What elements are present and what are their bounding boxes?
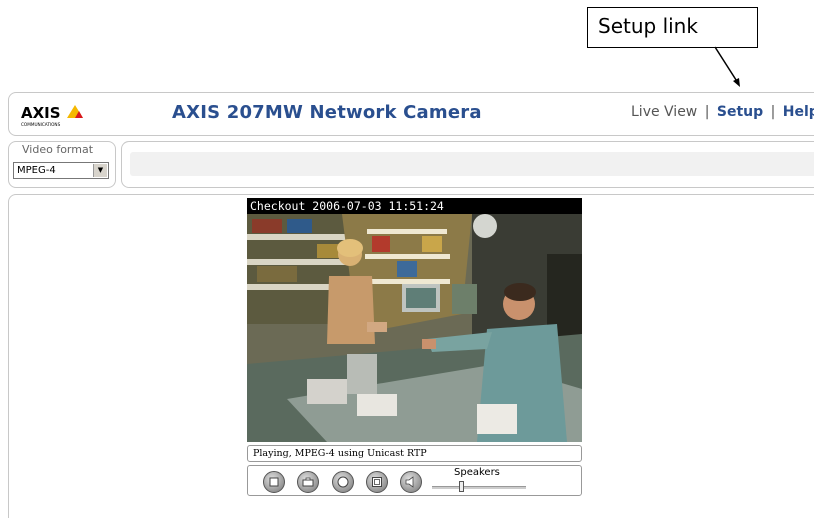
- stop-button[interactable]: [263, 471, 285, 493]
- fullscreen-button[interactable]: [366, 471, 388, 493]
- header-bar: AXIS COMMUNICATIONS AXIS 207MW Network C…: [8, 92, 814, 136]
- stop-icon: [269, 477, 279, 487]
- nav-separator: |: [704, 104, 710, 120]
- camera-icon: [302, 477, 314, 487]
- top-nav: Live View | Setup | Help: [631, 104, 814, 120]
- toolbar-strip: [130, 152, 814, 176]
- axis-logo: AXIS COMMUNICATIONS: [21, 104, 83, 127]
- speakers-label: Speakers: [454, 467, 500, 478]
- video-format-value: MPEG-4: [17, 165, 56, 176]
- speaker-icon: [405, 476, 414, 488]
- live-view-link[interactable]: Live View: [631, 104, 697, 120]
- volume-slider-track[interactable]: [432, 486, 526, 489]
- snapshot-button[interactable]: [297, 471, 319, 493]
- chevron-down-icon[interactable]: ▼: [93, 164, 107, 177]
- player-controls: Speakers: [247, 465, 582, 496]
- record-button[interactable]: [332, 471, 354, 493]
- svg-text:COMMUNICATIONS: COMMUNICATIONS: [21, 122, 61, 127]
- speaker-button[interactable]: [400, 471, 422, 493]
- toolbar-panel: [121, 141, 814, 188]
- playback-status: Playing, MPEG-4 using Unicast RTP: [247, 445, 582, 462]
- setup-link-callout: Setup link: [587, 7, 758, 48]
- video-overlay-text: Checkout 2006-07-03 11:51:24: [247, 198, 582, 214]
- nav-separator: |: [770, 104, 776, 120]
- help-link[interactable]: Help: [783, 104, 814, 120]
- video-format-label: Video format: [22, 143, 94, 156]
- video-format-panel: Video format MPEG-4 ▼: [8, 141, 116, 188]
- volume-slider-handle[interactable]: [458, 481, 464, 492]
- svg-text:AXIS: AXIS: [21, 104, 61, 122]
- callout-arrow: [714, 46, 740, 87]
- video-format-select[interactable]: MPEG-4 ▼: [13, 162, 109, 179]
- setup-link[interactable]: Setup: [717, 104, 763, 120]
- fullscreen-icon: [372, 477, 382, 487]
- camera-title: AXIS 207MW Network Camera: [172, 102, 482, 123]
- live-video-image: [247, 214, 582, 442]
- record-icon: [337, 476, 349, 488]
